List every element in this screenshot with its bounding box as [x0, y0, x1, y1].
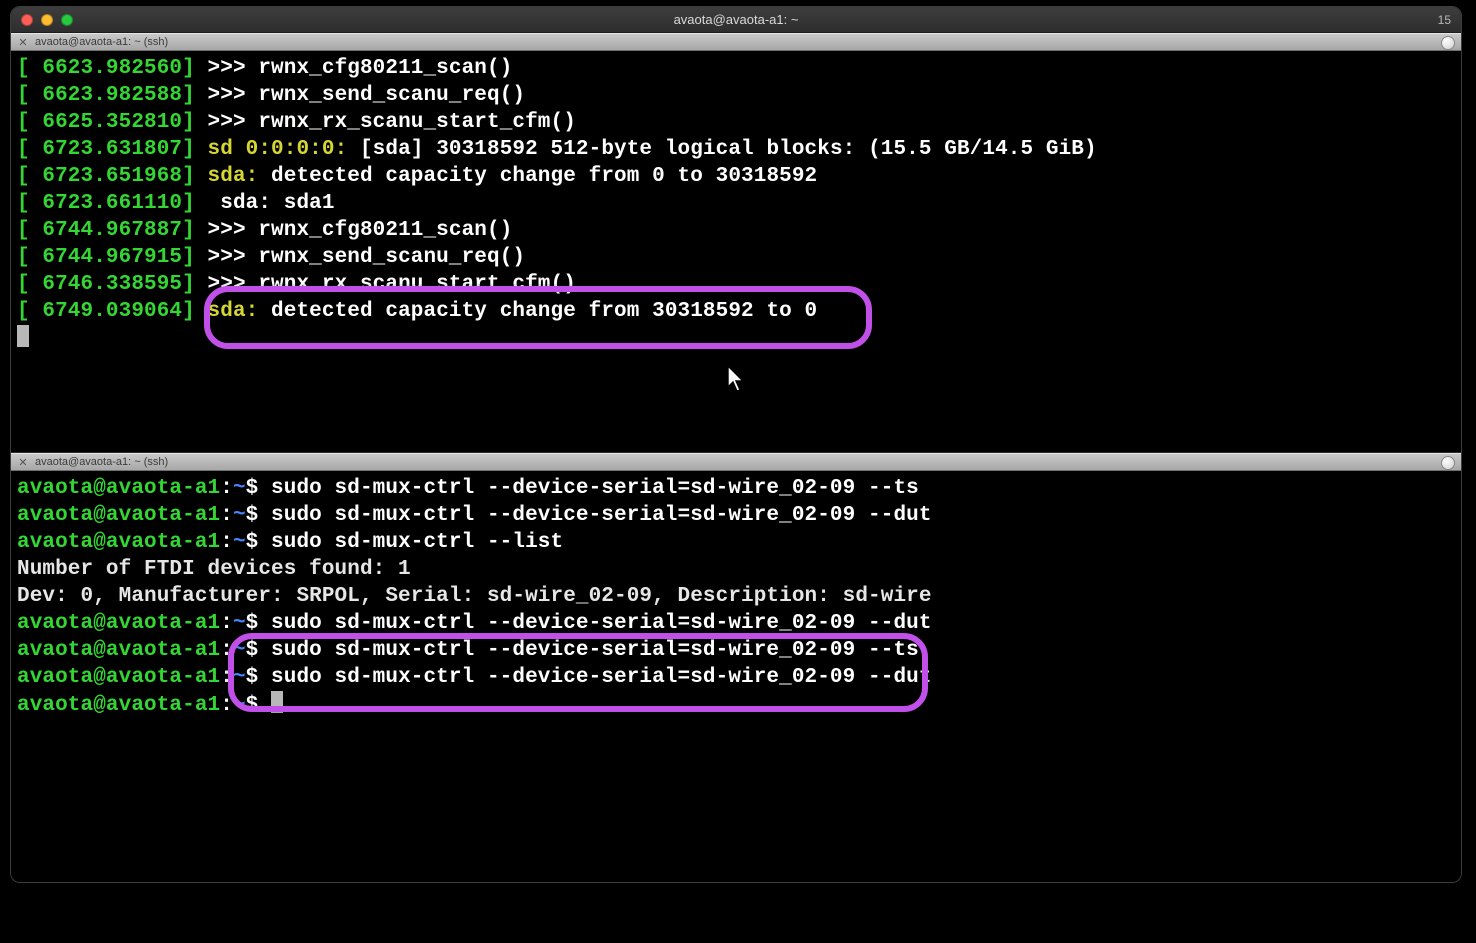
shell-command-line: avaota@avaota-a1:~$ sudo sd-mux-ctrl --d… [17, 610, 1455, 637]
tab-label[interactable]: avaota@avaota-a1: ~ (ssh) [35, 456, 168, 468]
pane-bottom[interactable]: ✕ avaota@avaota-a1: ~ (ssh) avaota@avaot… [11, 453, 1461, 882]
tab-count-badge: 15 [1438, 13, 1461, 27]
log-line: [ 6723.651968] sda: detected capacity ch… [17, 163, 1455, 190]
shell-output-line: Dev: 0, Manufacturer: SRPOL, Serial: sd-… [17, 583, 1455, 610]
tab-close-icon[interactable]: ✕ [17, 456, 29, 469]
log-line: [ 6749.039064] sda: detected capacity ch… [17, 298, 1455, 325]
terminal-window: avaota@avaota-a1: ~ 15 ✕ avaota@avaota-a… [10, 6, 1462, 883]
window-controls [11, 14, 73, 26]
terminal-cursor [17, 325, 29, 347]
tabstrip-top[interactable]: ✕ avaota@avaota-a1: ~ (ssh) [11, 33, 1461, 51]
close-icon[interactable] [21, 14, 33, 26]
terminal-output-top[interactable]: [ 6623.982560] >>> rwnx_cfg80211_scan()[… [11, 51, 1461, 357]
log-line: [ 6746.338595] >>> rwnx_rx_scanu_start_c… [17, 271, 1455, 298]
shell-command-line: avaota@avaota-a1:~$ [17, 691, 1455, 719]
pane-top[interactable]: ✕ avaota@avaota-a1: ~ (ssh) [ 6623.98256… [11, 33, 1461, 453]
tab-label[interactable]: avaota@avaota-a1: ~ (ssh) [35, 36, 168, 48]
titlebar[interactable]: avaota@avaota-a1: ~ 15 [11, 7, 1461, 33]
log-line: [ 6744.967915] >>> rwnx_send_scanu_req() [17, 244, 1455, 271]
shell-output-line: Number of FTDI devices found: 1 [17, 556, 1455, 583]
log-line: [ 6744.967887] >>> rwnx_cfg80211_scan() [17, 217, 1455, 244]
shell-command-line: avaota@avaota-a1:~$ sudo sd-mux-ctrl --d… [17, 664, 1455, 691]
shell-command-line: avaota@avaota-a1:~$ sudo sd-mux-ctrl --d… [17, 637, 1455, 664]
pane-maximize-icon[interactable] [1441, 456, 1455, 470]
terminal-output-bottom[interactable]: avaota@avaota-a1:~$ sudo sd-mux-ctrl --d… [11, 471, 1461, 723]
shell-command-line: avaota@avaota-a1:~$ sudo sd-mux-ctrl --d… [17, 475, 1455, 502]
log-line: [ 6623.982588] >>> rwnx_send_scanu_req() [17, 82, 1455, 109]
zoom-icon[interactable] [61, 14, 73, 26]
log-line: [ 6723.661110] sda: sda1 [17, 190, 1455, 217]
log-line: [ 6723.631807] sd 0:0:0:0: [sda] 3031859… [17, 136, 1455, 163]
tabstrip-bottom[interactable]: ✕ avaota@avaota-a1: ~ (ssh) [11, 453, 1461, 471]
terminal-cursor [271, 691, 283, 713]
minimize-icon[interactable] [41, 14, 53, 26]
window-title: avaota@avaota-a1: ~ [11, 12, 1461, 27]
shell-command-line: avaota@avaota-a1:~$ sudo sd-mux-ctrl --d… [17, 502, 1455, 529]
split-panes: ✕ avaota@avaota-a1: ~ (ssh) [ 6623.98256… [11, 33, 1461, 882]
log-line: [ 6625.352810] >>> rwnx_rx_scanu_start_c… [17, 109, 1455, 136]
pane-maximize-icon[interactable] [1441, 36, 1455, 50]
log-line: [ 6623.982560] >>> rwnx_cfg80211_scan() [17, 55, 1455, 82]
tab-close-icon[interactable]: ✕ [17, 36, 29, 49]
shell-command-line: avaota@avaota-a1:~$ sudo sd-mux-ctrl --l… [17, 529, 1455, 556]
